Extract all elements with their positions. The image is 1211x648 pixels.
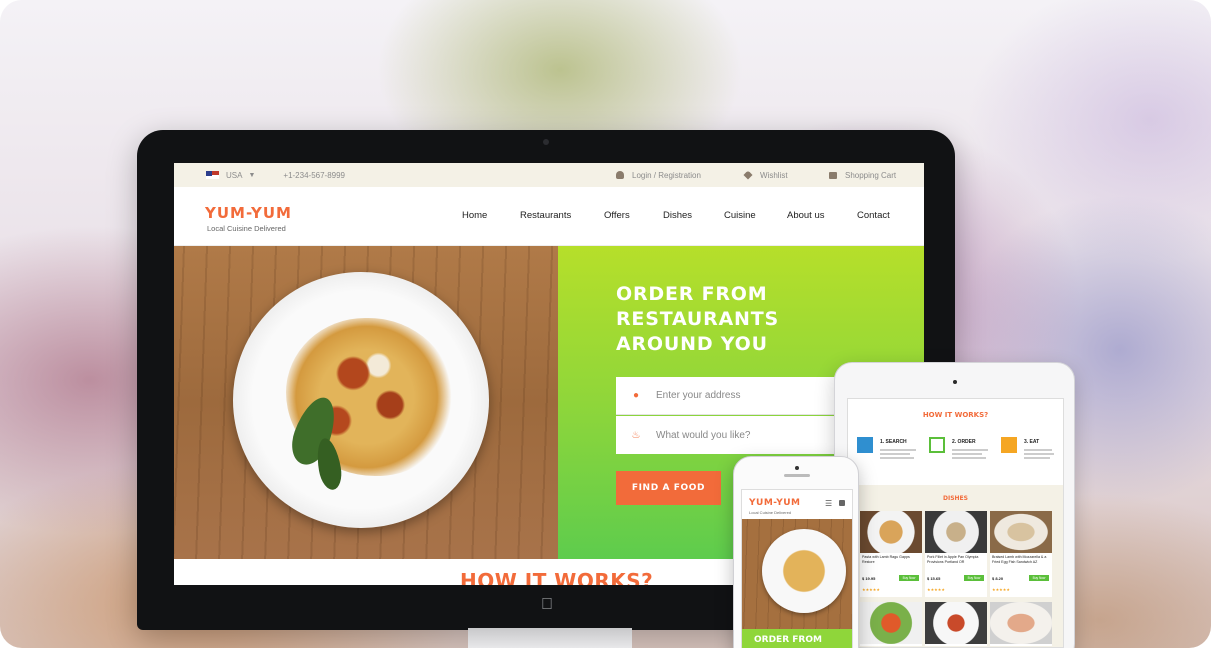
food-placeholder: What would you like?: [656, 429, 751, 441]
dish-image: [860, 511, 922, 553]
tablet-how-heading: HOW IT WORKS?: [922, 411, 989, 419]
plate-image: [762, 529, 846, 613]
rating-stars: ★★★★★: [927, 587, 945, 592]
camera-dot: [795, 466, 799, 470]
buy-now-button[interactable]: Buy Now: [964, 575, 984, 581]
dish-card[interactable]: Braised Lamb with Mozzarella & a Fried E…: [990, 511, 1052, 597]
nav-contact[interactable]: Contact: [857, 210, 890, 221]
tablet-screen: HOW IT WORKS? 1. SEARCH 2. ORDER 3. EAT …: [847, 398, 1064, 648]
phone-hero-title: ORDER FROM: [754, 635, 822, 645]
phone-food-photo: [742, 519, 852, 629]
checklist-icon: [929, 437, 945, 453]
location-pin-icon: ●: [632, 390, 640, 401]
dish-price: $ 15.65: [927, 576, 941, 581]
site-logo[interactable]: YUM-YUM: [205, 204, 292, 222]
food-input[interactable]: ♨ What would you like?: [616, 416, 846, 454]
cart-link[interactable]: Shopping Cart: [829, 163, 896, 187]
wishlist-label: Wishlist: [760, 170, 788, 180]
apple-logo-icon: : [539, 596, 555, 614]
rating-stars: ★★★★★: [992, 587, 1010, 592]
us-flag-icon: [206, 171, 219, 179]
step-title: 3. EAT: [1024, 439, 1040, 445]
nav-restaurants[interactable]: Restaurants: [520, 210, 571, 221]
nav-cuisine[interactable]: Cuisine: [724, 210, 756, 221]
login-label: Login / Registration: [632, 170, 701, 180]
dish-card[interactable]: [860, 602, 922, 646]
monitor-stand: [468, 628, 632, 648]
hero-title: ORDER FROM RESTAURANTS AROUND YOU: [616, 282, 779, 357]
user-icon: [616, 171, 624, 179]
phone-search-panel: ORDER FROM: [742, 629, 852, 648]
cart-icon: [829, 171, 837, 179]
phone-screen: YUM-YUM Local Cuisine Delivered ☰ ORDER …: [741, 489, 853, 648]
food-photo: [174, 246, 558, 559]
buy-now-button[interactable]: Buy Now: [899, 575, 919, 581]
nav-home[interactable]: Home: [462, 210, 487, 221]
dishes-heading: DISHES: [943, 495, 968, 502]
buy-now-button[interactable]: Buy Now: [1029, 575, 1049, 581]
phone-logo[interactable]: YUM-YUM: [749, 498, 800, 508]
wishlist-link[interactable]: Wishlist: [743, 163, 788, 187]
nav-about[interactable]: About us: [787, 210, 825, 221]
dish-icon: ♨: [631, 429, 641, 441]
hamburger-menu-icon[interactable]: ☰: [825, 499, 832, 508]
step-title: 1. SEARCH: [880, 439, 907, 445]
step-search: 1. SEARCH: [857, 437, 927, 477]
dish-image: [925, 602, 987, 644]
dish-card[interactable]: Pork Fillet in Apple Pan Olympia Provisi…: [925, 511, 987, 597]
address-placeholder: Enter your address: [656, 390, 741, 401]
nav-offers[interactable]: Offers: [604, 210, 630, 221]
camera-dot: [543, 139, 549, 145]
find-food-button[interactable]: FIND A FOOD: [616, 471, 721, 505]
dish-price: $ 19.95: [862, 576, 876, 581]
step-order: 2. ORDER: [929, 437, 999, 477]
dish-image: [860, 602, 922, 644]
hero-title-line: ORDER FROM: [616, 283, 768, 305]
how-it-works-heading: HOW IT WORKS?: [460, 569, 654, 585]
dish-name: Pork Fillet in Apple Pan Olympia Provisi…: [927, 555, 979, 564]
dish-image: [990, 511, 1052, 553]
dish-name: Braised Lamb with Mozzarella & a Fried E…: [992, 555, 1047, 564]
phone-device: YUM-YUM Local Cuisine Delivered ☰ ORDER …: [733, 456, 859, 648]
heart-icon: [743, 170, 753, 180]
cart-icon[interactable]: [839, 500, 845, 506]
rating-stars: ★★★★★: [862, 587, 880, 592]
dish-price: $ 8.20: [992, 576, 1004, 581]
tablet-device: HOW IT WORKS? 1. SEARCH 2. ORDER 3. EAT …: [834, 362, 1075, 648]
dish-image: [925, 511, 987, 553]
login-link[interactable]: Login / Registration: [616, 163, 701, 187]
step-title: 2. ORDER: [952, 439, 976, 445]
dish-card[interactable]: [990, 602, 1052, 646]
country-selector[interactable]: USA: [226, 171, 242, 180]
dish-image: [990, 602, 1052, 644]
site-header: YUM-YUM Local Cuisine Delivered Home Res…: [174, 187, 924, 246]
chevron-down-icon[interactable]: ▼: [248, 172, 255, 179]
camera-dot: [953, 380, 957, 384]
address-input[interactable]: ● Enter your address: [616, 377, 846, 415]
cart-label: Shopping Cart: [845, 170, 897, 180]
food-bag-icon: [1001, 437, 1017, 453]
dish-card[interactable]: [925, 602, 987, 646]
hero-title-line: AROUND YOU: [616, 333, 768, 355]
speaker-grille: [784, 474, 810, 477]
map-icon: [857, 437, 873, 453]
site-tagline: Local Cuisine Delivered: [207, 224, 286, 233]
dish-name: Pasta with Lamb Ragu Gapps Restore: [862, 555, 910, 564]
top-bar: USA ▼ +1-234-567-8999 Login / Registrati…: [174, 163, 924, 187]
phone-tagline: Local Cuisine Delivered: [749, 510, 792, 515]
dish-card[interactable]: Pasta with Lamb Ragu Gapps Restore $ 19.…: [860, 511, 922, 597]
phone-number: +1-234-567-8999: [283, 170, 345, 180]
hero-title-line: RESTAURANTS: [616, 308, 780, 330]
step-eat: 3. EAT: [1001, 437, 1063, 477]
nav-dishes[interactable]: Dishes: [663, 210, 692, 221]
